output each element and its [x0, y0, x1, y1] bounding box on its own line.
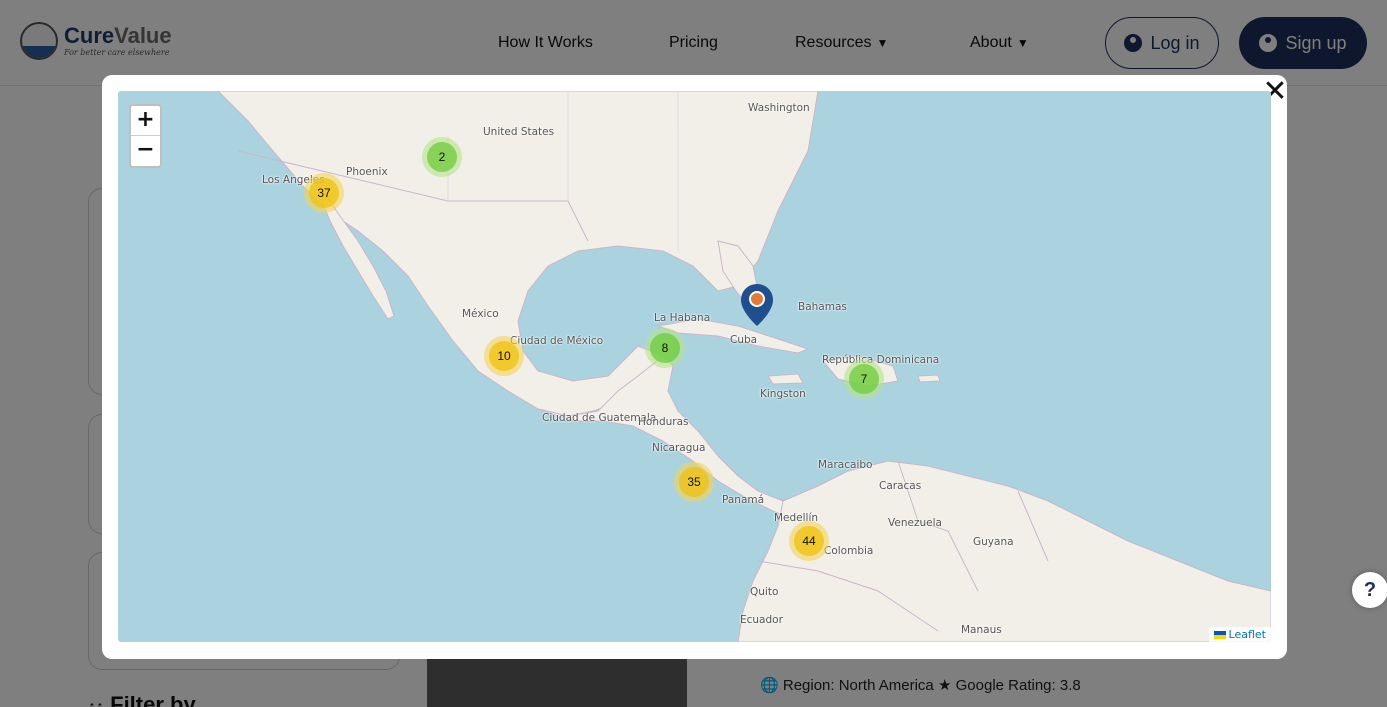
- cluster-count: 35: [679, 467, 709, 497]
- cluster-count: 8: [650, 333, 680, 363]
- help-widget-icon[interactable]: ?: [1352, 572, 1387, 608]
- map-container[interactable]: + − Washington United States Phoenix Los…: [118, 91, 1271, 642]
- map-label: Colombia: [824, 545, 874, 557]
- marker-cluster[interactable]: 7: [844, 359, 884, 399]
- cluster-count: 2: [427, 142, 457, 172]
- zoom-control: + −: [129, 104, 162, 168]
- marker-cluster[interactable]: 8: [645, 328, 685, 368]
- marker-cluster[interactable]: 10: [484, 336, 524, 376]
- cluster-count: 10: [489, 341, 519, 371]
- map-label: Caracas: [879, 480, 922, 492]
- flag-icon: [1213, 630, 1226, 639]
- marker-cluster[interactable]: 37: [304, 173, 344, 213]
- map-label: Cuba: [730, 334, 758, 346]
- zoom-out-button[interactable]: −: [131, 136, 160, 166]
- map-label: Bahamas: [798, 301, 847, 313]
- map-label: Maracaibo: [818, 459, 873, 471]
- map-label: United States: [483, 126, 555, 138]
- map-label: Quito: [750, 586, 779, 598]
- map-label: México: [462, 308, 499, 320]
- map-label: República Dominicana: [822, 354, 940, 366]
- cluster-count: 37: [309, 178, 339, 208]
- cluster-count: 7: [849, 364, 879, 394]
- marker-cluster[interactable]: 35: [674, 462, 714, 502]
- map-label: Guyana: [973, 536, 1014, 548]
- map-label: Phoenix: [346, 166, 388, 178]
- map-label: Panamá: [722, 494, 765, 506]
- map-label: Nicaragua: [652, 442, 706, 454]
- marker-cluster[interactable]: 2: [422, 137, 462, 177]
- cluster-count: 44: [794, 526, 824, 556]
- map-label: Ciudad de México: [510, 335, 604, 347]
- map-label: Ecuador: [740, 614, 783, 626]
- map-label: Washington: [748, 102, 810, 114]
- map-label: Manaus: [961, 624, 1002, 636]
- attribution-label: Leaflet: [1228, 628, 1266, 641]
- map-label: Kingston: [760, 388, 806, 400]
- map-label: Venezuela: [888, 517, 942, 529]
- map-attribution[interactable]: Leaflet: [1208, 627, 1271, 642]
- marker-cluster[interactable]: 44: [789, 521, 829, 561]
- map-label: La Habana: [654, 312, 711, 324]
- map-pin-icon[interactable]: [740, 283, 774, 327]
- zoom-in-button[interactable]: +: [131, 106, 160, 136]
- map-label: Honduras: [638, 416, 689, 428]
